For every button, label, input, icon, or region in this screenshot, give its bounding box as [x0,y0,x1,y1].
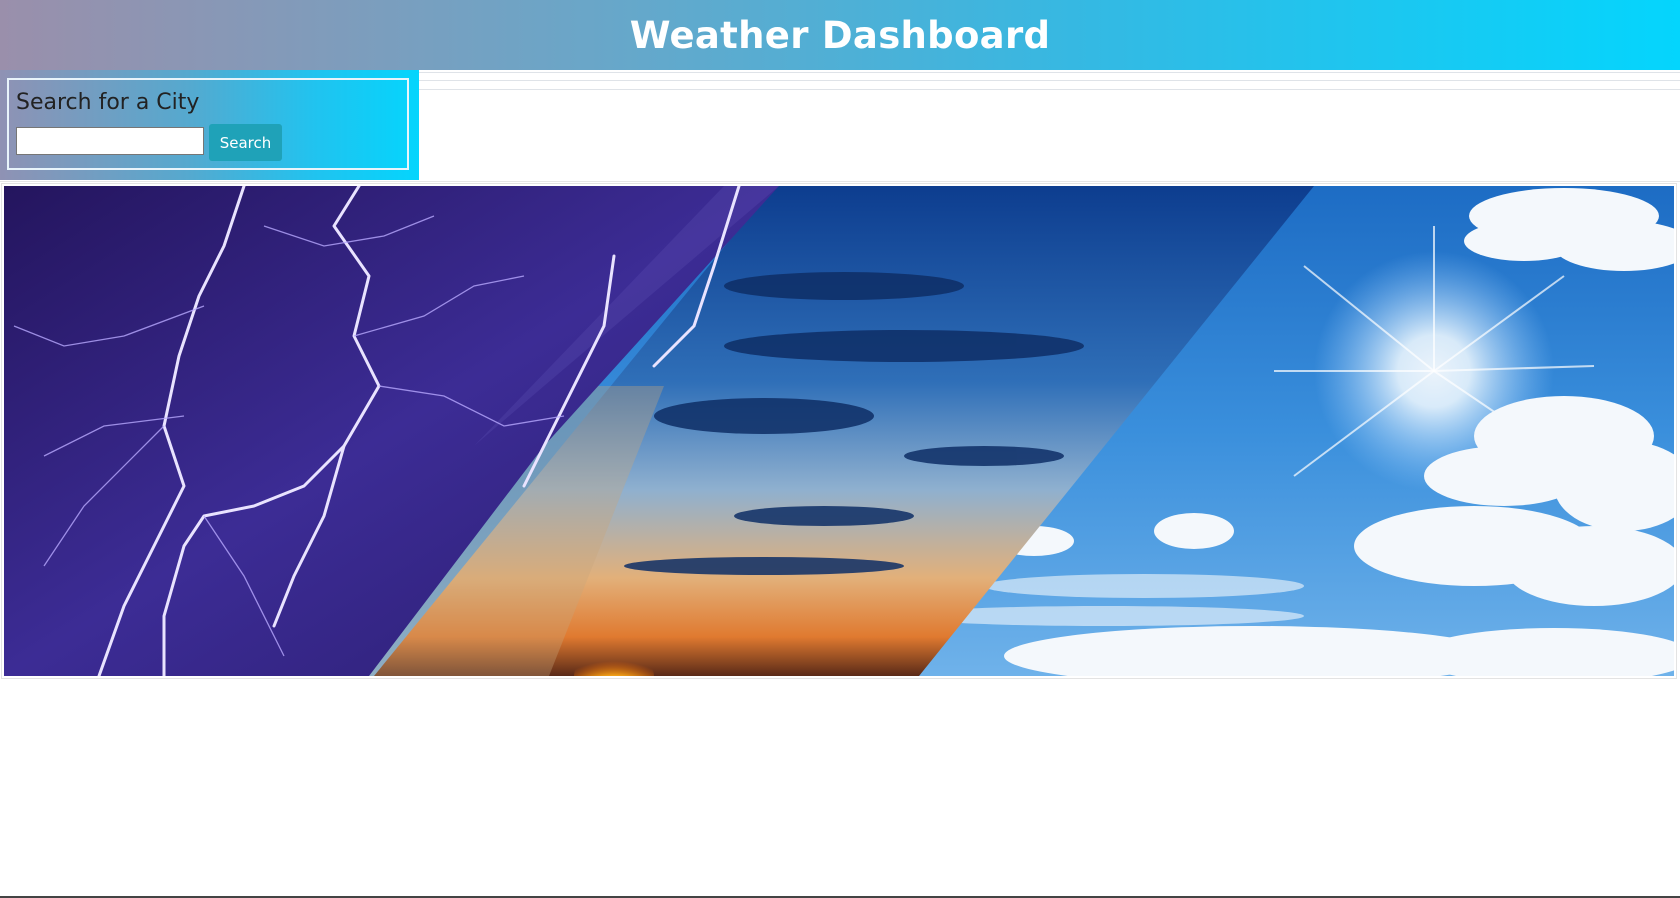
search-button[interactable]: Search [209,124,282,161]
app-header: Weather Dashboard [0,0,1680,70]
search-panel: Search for a City Search [0,70,419,180]
divider [419,80,1680,81]
divider [0,181,1680,182]
divider [419,89,1680,90]
search-form: Search for a City Search [7,78,409,170]
page-title: Weather Dashboard [629,13,1051,57]
city-search-input[interactable] [16,127,204,155]
divider [419,72,1680,73]
search-title: Search for a City [16,90,200,115]
page: Weather Dashboard Search for a City Sear… [0,0,1680,898]
results-area [419,70,1680,180]
weather-hero-image [1,183,1677,679]
weather-collage-graphic [4,186,1674,676]
